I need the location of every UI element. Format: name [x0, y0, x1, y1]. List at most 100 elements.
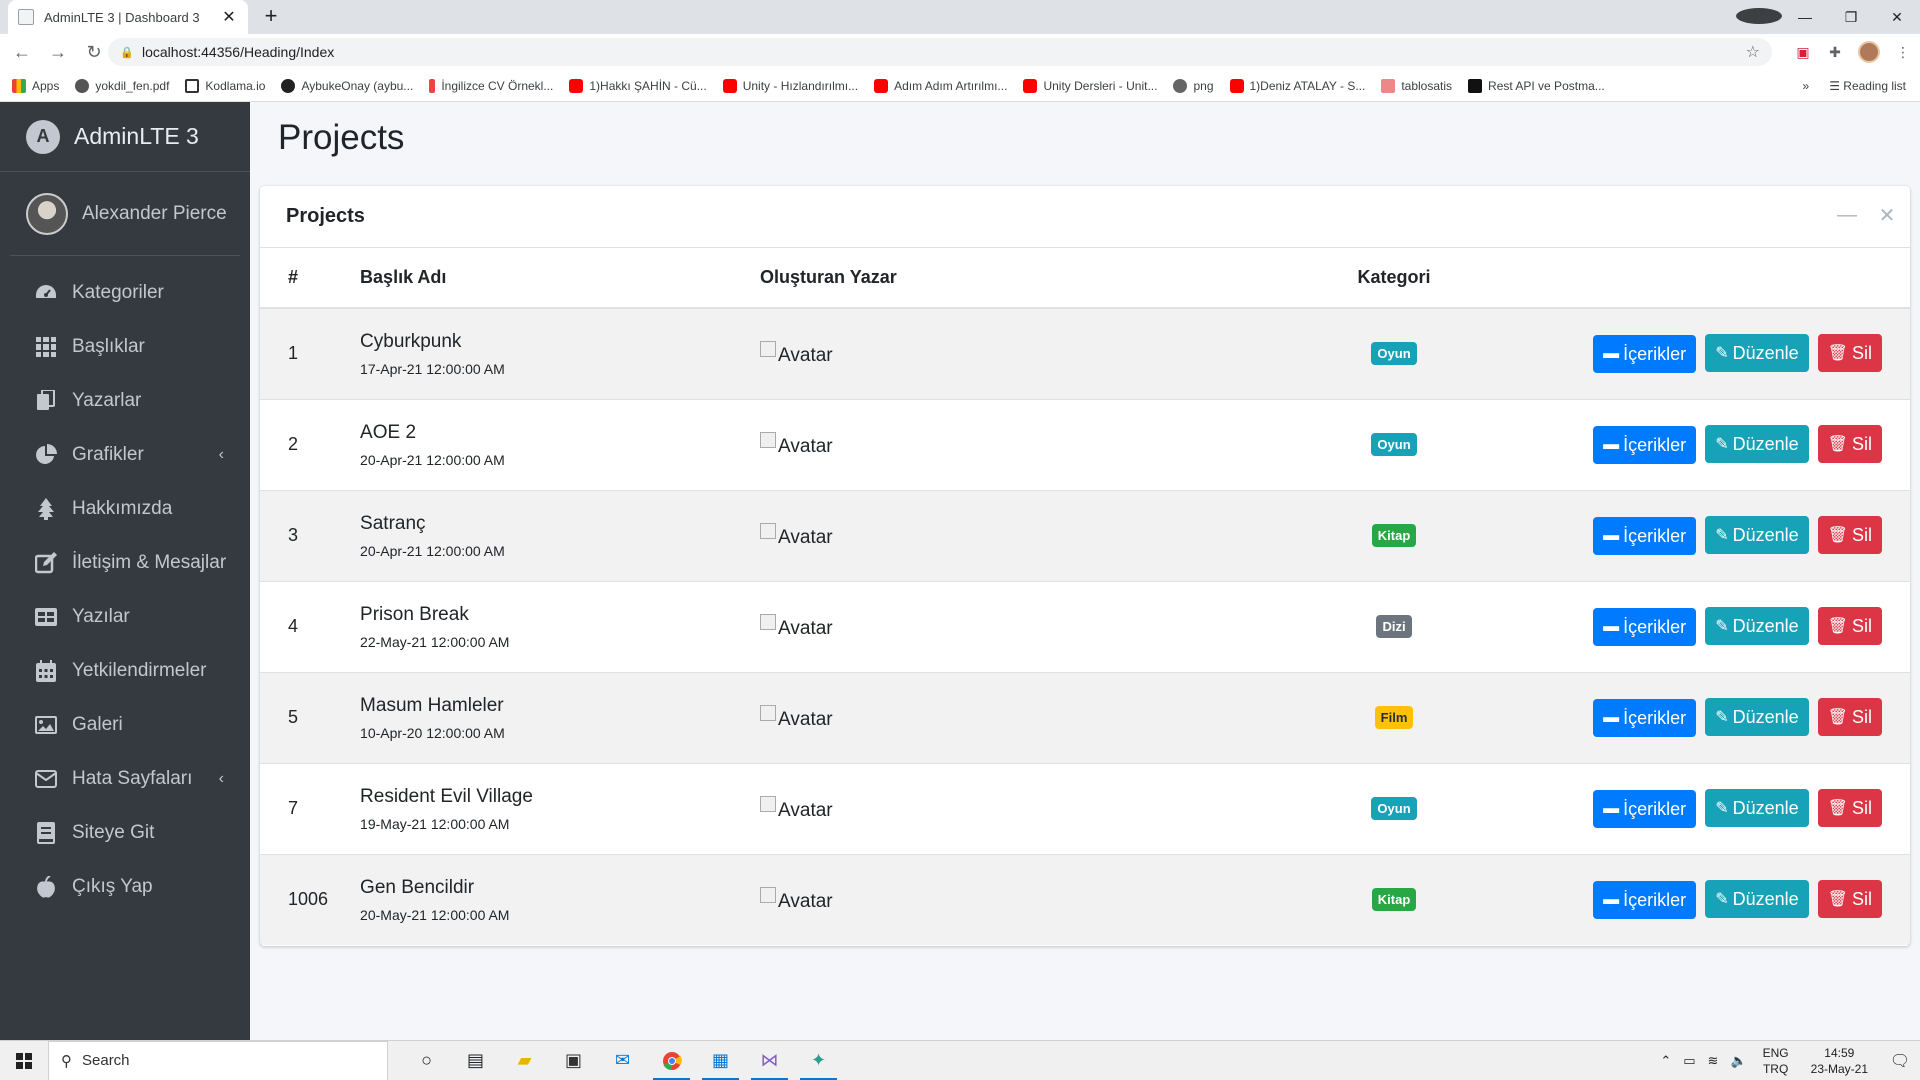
windows-start-button[interactable] [0, 1041, 48, 1080]
sidebar-item-hakkimizda[interactable]: Hakkımızda [0, 482, 250, 536]
sidebar-item-cikis-yap[interactable]: Çıkış Yap [0, 860, 250, 914]
sidebar-item-basliklar[interactable]: Başlıklar [0, 320, 250, 374]
restore-button[interactable]: ❐ [1828, 9, 1874, 26]
brand-link[interactable]: A AdminLTE 3 [0, 102, 250, 172]
bookmark-item[interactable]: Adım Adım Artırılmı... [874, 78, 1007, 93]
reading-list-button[interactable]: ☰ Reading list [1829, 79, 1906, 93]
folder-icon: ▬ [1603, 709, 1620, 726]
edit-button-label: Düzenle [1732, 342, 1799, 363]
clock[interactable]: 14:59 23-May-21 [1811, 1045, 1868, 1077]
edit-button[interactable]: ✎ Düzenle [1705, 607, 1809, 645]
pocket-extension-icon[interactable]: ▣ [1794, 43, 1812, 61]
volume-icon[interactable]: 🔈 [1730, 1053, 1746, 1069]
contents-button[interactable]: ▬ İçerikler [1593, 517, 1697, 555]
sidebar-item-siteye-git[interactable]: Siteye Git [0, 806, 250, 860]
reload-button[interactable]: ↻ [80, 38, 108, 66]
delete-button[interactable]: 🗑 Sil [1817, 607, 1882, 645]
contents-button[interactable]: ▬ İçerikler [1593, 790, 1697, 828]
delete-button[interactable]: 🗑 Sil [1817, 334, 1882, 373]
folder-icon: ▬ [1603, 527, 1620, 544]
bookmark-star-icon[interactable]: ☆ [1746, 42, 1760, 62]
bookmark-item[interactable]: 1)Hakkı ŞAHİN - Cü... [569, 78, 707, 93]
sidebar-item-yazilar[interactable]: Yazılar [0, 590, 250, 644]
delete-button[interactable]: 🗑 Sil [1817, 516, 1882, 554]
new-tab-button[interactable]: + [258, 4, 284, 30]
sidebar-item-yazarlar[interactable]: Yazarlar [0, 374, 250, 428]
contents-button-label: İçerikler [1623, 525, 1687, 546]
edit-button[interactable]: ✎ Düzenle [1705, 880, 1809, 919]
bookmark-item[interactable]: tablosatis [1381, 78, 1452, 93]
contents-button[interactable]: ▬ İçerikler [1593, 426, 1697, 464]
edit-button[interactable]: ✎ Düzenle [1705, 789, 1809, 827]
bookmark-item[interactable]: Rest API ve Postma... [1468, 78, 1605, 93]
cortana-icon[interactable]: ○ [402, 1041, 451, 1080]
input-language-indicator[interactable]: ENG TRQ [1763, 1045, 1789, 1077]
mail-icon[interactable]: ✉ [598, 1041, 647, 1080]
delete-button[interactable]: 🗑 Sil [1817, 789, 1882, 827]
user-name[interactable]: Alexander Pierce [82, 203, 227, 225]
collapse-minus-icon[interactable]: — [1837, 204, 1857, 226]
chrome-icon[interactable] [647, 1041, 696, 1080]
bookmark-item[interactable]: 1)Deniz ATALAY - S... [1229, 78, 1365, 93]
bookmark-item[interactable]: AybukeOnay (aybu... [281, 78, 413, 93]
taskbar-search-input[interactable]: ⚲ Search [48, 1040, 388, 1080]
puzzle-extensions-icon[interactable]: ✚ [1826, 43, 1844, 61]
bookmark-item[interactable]: yokdil_fen.pdf [75, 78, 169, 93]
contents-button[interactable]: ▬ İçerikler [1593, 881, 1697, 920]
edit-button[interactable]: ✎ Düzenle [1705, 334, 1809, 373]
bookmark-item[interactable]: png [1173, 78, 1214, 93]
visual-studio-icon[interactable]: ⋈ [745, 1041, 794, 1080]
row-category-cell: Kitap [1264, 490, 1524, 581]
sidebar-item-galeri[interactable]: Galeri [0, 698, 250, 752]
row-id: 7 [288, 798, 299, 818]
folder-icon: ▬ [1603, 800, 1620, 817]
delete-button[interactable]: 🗑 Sil [1817, 698, 1882, 736]
store-icon[interactable]: ▣ [549, 1041, 598, 1080]
show-hidden-icons-chevron-icon[interactable]: ⌃ [1660, 1053, 1671, 1069]
bookmark-item[interactable]: Unity Dersleri - Unit... [1023, 78, 1157, 93]
bookmark-item[interactable]: Unity - Hızlandırılmı... [722, 78, 858, 93]
back-button[interactable]: ← [8, 38, 36, 66]
bookmark-item[interactable]: Kodlama.io [185, 78, 265, 93]
browser-tab[interactable]: AdminLTE 3 | Dashboard 3 ✕ [8, 0, 248, 34]
forward-button[interactable]: → [44, 38, 72, 66]
edit-button[interactable]: ✎ Düzenle [1705, 698, 1809, 736]
edit-button-label: Düzenle [1732, 433, 1799, 454]
delete-button[interactable]: 🗑 Sil [1817, 880, 1882, 919]
bookmark-apps[interactable]: Apps [12, 78, 59, 93]
bookmark-item[interactable]: İngilizce CV Örnekl... [429, 78, 553, 93]
remove-close-icon[interactable]: ✕ [1878, 204, 1896, 227]
edit-button[interactable]: ✎ Düzenle [1705, 516, 1809, 554]
contents-button[interactable]: ▬ İçerikler [1593, 699, 1697, 737]
contents-button[interactable]: ▬ İçerikler [1593, 608, 1697, 646]
edit-button[interactable]: ✎ Düzenle [1705, 425, 1809, 463]
delete-button[interactable]: 🗑 Sil [1817, 425, 1882, 463]
sidebar-item-yetkilendirmeler[interactable]: Yetkilendirmeler [0, 644, 250, 698]
sidebar-item-kategoriler[interactable]: Kategoriler [0, 266, 250, 320]
card-header: Projects — ✕ [260, 186, 1910, 248]
contents-button[interactable]: ▬ İçerikler [1593, 335, 1697, 374]
notification-center-icon[interactable]: 🗨 [1880, 1051, 1920, 1071]
address-bar[interactable]: 🔒 localhost:44356/Heading/Index ☆ [108, 38, 1772, 66]
profile-avatar[interactable] [1858, 41, 1880, 63]
row-title: AOE 2 [360, 421, 417, 443]
browser-menu-icon[interactable]: ⋮ [1894, 43, 1912, 61]
sidebar-item-grafikler[interactable]: Grafikler ‹ [0, 428, 250, 482]
battery-icon[interactable]: ▭ [1683, 1053, 1695, 1069]
outlook-icon[interactable]: ▦ [696, 1041, 745, 1080]
delete-button-label: Sil [1851, 706, 1872, 727]
close-window-button[interactable]: ✕ [1874, 9, 1920, 26]
file-explorer-icon[interactable]: ▰ [500, 1041, 549, 1080]
user-panel[interactable]: Alexander Pierce [10, 172, 240, 256]
sidebar-item-iletisim[interactable]: İletişim & Mesajlar [0, 536, 250, 590]
task-view-icon[interactable]: ▤ [451, 1041, 500, 1080]
sidebar-item-hata-sayfalari[interactable]: Hata Sayfaları ‹ [0, 752, 250, 806]
trash-icon: 🗑 [1827, 527, 1848, 544]
more-bookmarks-button[interactable]: » [1803, 79, 1810, 93]
minimize-button[interactable]: — [1782, 9, 1828, 25]
trash-icon: 🗑 [1827, 618, 1848, 635]
paint-tool-icon[interactable]: ✦ [794, 1041, 843, 1080]
profile-status-icon[interactable] [1736, 7, 1782, 27]
wifi-icon[interactable]: ≋ [1708, 1053, 1719, 1069]
tab-close-icon[interactable]: ✕ [220, 7, 238, 27]
